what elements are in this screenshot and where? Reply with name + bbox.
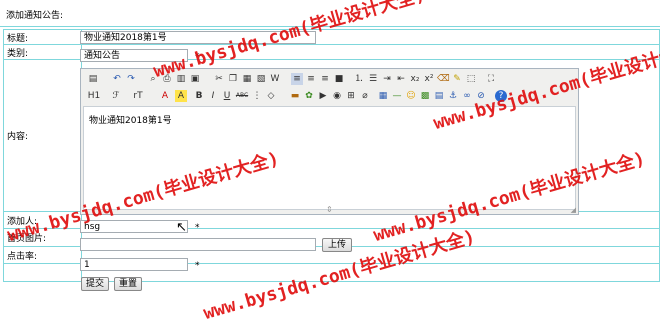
undo-icon[interactable]: ↶ bbox=[111, 73, 123, 85]
submit-button[interactable]: 提交 bbox=[81, 277, 109, 291]
outdent-icon[interactable]: ⇤ bbox=[395, 73, 407, 85]
bold-icon[interactable]: B bbox=[193, 90, 205, 102]
heading-select[interactable]: H1 bbox=[85, 90, 103, 102]
subscript-icon[interactable]: x₂ bbox=[409, 73, 421, 85]
italic-icon[interactable]: I bbox=[207, 90, 219, 102]
ordered-list-icon[interactable]: ⒈ bbox=[353, 73, 365, 85]
anchor-icon[interactable]: ⚓ bbox=[447, 90, 459, 102]
justify-icon[interactable]: ■ bbox=[333, 73, 345, 85]
underline-icon[interactable]: U bbox=[221, 90, 233, 102]
required-mark: * bbox=[195, 223, 200, 233]
title-label: 标题: bbox=[3, 29, 82, 45]
copy-icon[interactable]: ❐ bbox=[227, 73, 239, 85]
font-size-select[interactable]: rT bbox=[129, 90, 147, 102]
reset-button[interactable]: 重置 bbox=[114, 277, 142, 291]
line-height-icon[interactable]: ⋮ bbox=[251, 90, 263, 102]
source-icon[interactable]: ▤ bbox=[87, 73, 99, 85]
redo-icon[interactable]: ↷ bbox=[125, 73, 137, 85]
code-icon[interactable]: ▣ bbox=[189, 73, 201, 85]
upload-button[interactable]: 上传 bbox=[322, 238, 352, 252]
strikethrough-icon[interactable]: ABC bbox=[235, 90, 249, 102]
flash-icon[interactable]: ✿ bbox=[303, 90, 315, 102]
corner-resize-icon[interactable]: ◢ bbox=[571, 206, 576, 214]
quick-format-icon[interactable]: ✎ bbox=[451, 73, 463, 85]
media-icon[interactable]: ▶ bbox=[317, 90, 329, 102]
hr-icon[interactable]: — bbox=[391, 90, 403, 102]
paste-word-icon[interactable]: W bbox=[269, 73, 281, 85]
attachment-icon[interactable]: ⌀ bbox=[359, 90, 371, 102]
clicks-label: 点击率: bbox=[3, 246, 82, 264]
paste-text-icon[interactable]: ▧ bbox=[255, 73, 267, 85]
align-right-icon[interactable]: ≡ bbox=[319, 73, 331, 85]
image-insert-icon[interactable]: ▬ bbox=[289, 90, 301, 102]
editor-content-text: 物业通知2018第1号 bbox=[89, 116, 172, 126]
font-color-icon[interactable]: A bbox=[159, 90, 171, 102]
eraser-icon[interactable]: ◇ bbox=[265, 90, 277, 102]
map-icon[interactable]: ▩ bbox=[419, 90, 431, 102]
actions-label bbox=[3, 263, 82, 282]
font-select[interactable]: ℱ bbox=[107, 90, 125, 102]
clear-format-icon[interactable]: ⌫ bbox=[437, 73, 450, 85]
select-all-icon[interactable]: ⬚ bbox=[465, 73, 477, 85]
resize-grip-icon[interactable]: ⇕ bbox=[326, 205, 333, 214]
category-label: 类别: bbox=[3, 44, 82, 60]
cut-icon[interactable]: ✂ bbox=[213, 73, 225, 85]
table-icon[interactable]: ⊞ bbox=[345, 90, 357, 102]
page-title: 添加通知公告: bbox=[6, 11, 64, 21]
highlight-icon[interactable]: A bbox=[175, 90, 187, 102]
audio-icon[interactable]: ◉ bbox=[331, 90, 343, 102]
superscript-icon[interactable]: x² bbox=[423, 73, 435, 85]
image-input[interactable] bbox=[80, 238, 316, 251]
unordered-list-icon[interactable]: ☰ bbox=[367, 73, 379, 85]
required-mark: * bbox=[195, 261, 200, 271]
pagebreak-icon[interactable]: ▤ bbox=[433, 90, 445, 102]
align-left-icon[interactable]: ≡ bbox=[291, 73, 303, 85]
cursor-icon: ↖ bbox=[176, 220, 187, 235]
insert-table-icon[interactable]: ▦ bbox=[377, 90, 389, 102]
fullscreen-icon[interactable]: ⛶ bbox=[485, 73, 497, 85]
content-label: 内容: bbox=[3, 59, 82, 212]
emoticon-icon[interactable]: ☺ bbox=[405, 90, 417, 102]
align-center-icon[interactable]: ≡ bbox=[305, 73, 317, 85]
indent-icon[interactable]: ⇥ bbox=[381, 73, 393, 85]
paste-icon[interactable]: ▦ bbox=[241, 73, 253, 85]
clicks-input[interactable]: 1 bbox=[80, 258, 188, 271]
